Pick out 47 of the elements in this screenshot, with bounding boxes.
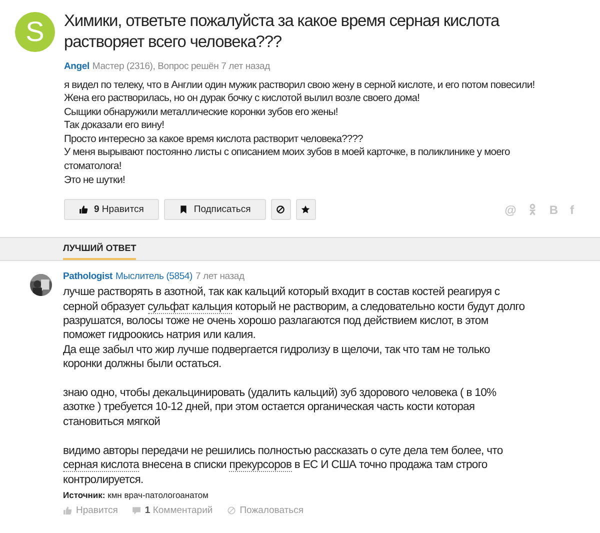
question-text: Просто интересно за какое время кислота растворит человека????	[64, 132, 364, 146]
thumbs-up-icon	[63, 506, 72, 515]
question-text: Сыщики обнаружили металлические коронки зубов его жены!	[64, 106, 339, 120]
question-text: стоматолога!	[64, 160, 122, 174]
section-tab[interactable]: ЛУЧШИЙ ОТВЕТ	[63, 238, 136, 260]
favorite-button[interactable]	[296, 199, 316, 220]
answer-text: в ЕС И США точно продажа там строго	[293, 459, 488, 472]
ban-icon	[276, 205, 286, 214]
bookmark-icon	[178, 205, 188, 214]
answer-text: видимо авторы передачи не решились полностью рассказать о суте дела тем более, что	[63, 444, 504, 458]
term-link[interactable]: прекурсоров	[229, 459, 292, 472]
question-text: я видел по телеку, что в Англии один мужик растворил свою жену в серной кислоте, и его потом повесили!	[64, 78, 536, 92]
like-button[interactable]: 9 Нравится	[64, 199, 159, 220]
answer-text: коронки должны были остаться.	[63, 357, 222, 372]
author-link[interactable]: Angel	[64, 60, 90, 72]
answer-text: поможет гидроокись натрия или калия.	[63, 328, 257, 343]
ban-icon	[226, 506, 236, 515]
answer-time: 7 лет назад	[195, 271, 244, 284]
block-button[interactable]	[270, 199, 291, 220]
answer-text: знаю одно, чтобы декальцинировать (удалить кальций) зуб здорового человека ( в 10%	[63, 386, 498, 400]
speech-bubble-icon	[132, 506, 141, 515]
question-title: Химики, ответьте пожалуйста за какое время серная кислота	[64, 11, 501, 32]
answer-text: Да еще забыл что жир лучше подвергается гидролизу в щелочи, так что там не только	[63, 342, 491, 358]
answer-text: азотке ) требуется 10-12 дней, при этом остается органическая часть кости которая	[63, 400, 476, 415]
term-link[interactable]: сульфат кальция	[148, 300, 232, 314]
answer-text: внесена в списки	[140, 459, 228, 472]
star-icon	[301, 205, 310, 214]
answer-text: становиться мягкой	[63, 414, 162, 430]
author-meta: Мастер (2316), Вопрос решён 7 лет назад	[92, 60, 270, 72]
question-title: растворяет всего человека???	[64, 32, 282, 52]
answer-source: Источник: кмн врач-патологоанатом	[63, 490, 210, 500]
author-rank: Мыслитель (5854)	[116, 271, 192, 284]
comment-link[interactable]: 1 Комментарий	[132, 504, 213, 516]
thumbs-up-icon	[79, 205, 88, 214]
answer-text: серной образует	[63, 300, 146, 313]
answer-text: контролируется.	[63, 472, 144, 487]
subscribe-button[interactable]: Подписаться	[164, 199, 266, 220]
question-text: У меня вырывают постоянно листы с описанием моих зубов в моей карточке, в поликлинике у моего	[64, 146, 511, 160]
question-text: Это не шутки!	[64, 174, 126, 188]
author-link[interactable]: Pathologist	[63, 271, 113, 284]
question-text: Так доказали его вину!	[64, 119, 166, 133]
answer-text: лучше растворять в азотной, так как кальций который входит в состав костей реагируя с	[63, 285, 501, 300]
user-avatar: S	[15, 12, 55, 52]
question-text: Жена его растворилась, но он дурак бочку с кислотой вылил возле своего дома!	[64, 92, 421, 106]
answer-text: разрушатся, волосы тоже не очень хорошо разлагаются под действием кислот, в этом	[63, 314, 490, 328]
term-link[interactable]: серная кислота	[63, 459, 140, 472]
answer-text: который не растворим, а следовательно кости будут долго	[234, 300, 525, 313]
